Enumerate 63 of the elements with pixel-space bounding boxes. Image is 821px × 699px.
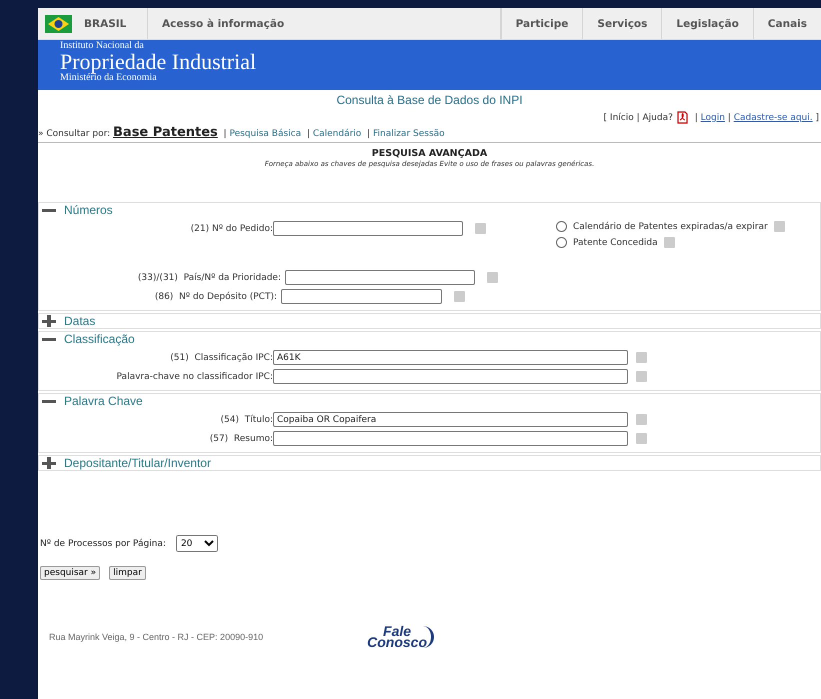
field-label: (54) Título: [220, 414, 273, 424]
section-title: Depositante/Titular/Inventor [64, 456, 211, 470]
field-label: (21) Nº do Pedido: [190, 224, 273, 234]
input-field[interactable] [273, 369, 628, 384]
field-label: (33)/(31) País/Nº da Prioridade: [136, 272, 281, 282]
nav-link[interactable]: Acesso à informação [162, 18, 284, 30]
option-label: Calendário de Patentes expiradas/a expirar [573, 222, 768, 232]
banner-subtitle: Ministério da Economia [60, 73, 157, 83]
nav-link[interactable]: Legislação [676, 18, 739, 30]
section-heading: PESQUISA AVANÇADA [370, 148, 488, 159]
separator: | [726, 112, 732, 122]
separator: [ [604, 112, 608, 122]
input-field[interactable] [273, 221, 463, 236]
input-field[interactable]: A61K [273, 350, 628, 365]
country-label[interactable]: BRASIL [84, 18, 126, 30]
field-label: Palavra-chave no classificador IPC: [116, 372, 273, 382]
section-title: Datas [64, 314, 96, 328]
flag-icon [45, 14, 72, 32]
separator: | [636, 112, 641, 122]
input-field[interactable] [285, 270, 475, 285]
field-label: (86) Nº do Depósito (PCT): [154, 292, 277, 302]
search-button[interactable]: pesquisar » [40, 566, 100, 580]
nav-link[interactable]: Pesquisa Básica [229, 129, 302, 139]
input-field[interactable]: Copaiba OR Copaifera [273, 412, 628, 427]
input-field[interactable] [273, 431, 628, 446]
banner-title: Propriedade Industrial [60, 51, 256, 73]
nav-link[interactable]: Participe [516, 18, 568, 30]
separator: ] [814, 112, 819, 122]
contact-logo[interactable]: Fale Conosco [367, 626, 434, 648]
separator: | [306, 129, 310, 139]
logo-text: Fale [383, 626, 412, 638]
page-title: Consulta à Base de Dados do INPI [335, 93, 524, 107]
banner-subtitle: Instituto Nacional da [60, 41, 144, 51]
nav-link[interactable]: Calendário [312, 129, 362, 139]
field-label: Nº de Processos por Página: [40, 538, 166, 548]
nav-link[interactable]: Serviços [597, 18, 648, 30]
footer-address: Rua Mayrink Veiga, 9 - Centro - RJ - CEP: 20090-910 [49, 632, 264, 642]
separator: | [367, 129, 370, 139]
clear-button[interactable]: limpar [109, 566, 146, 580]
nav-link[interactable]: Canais [768, 18, 807, 30]
separator: | [694, 112, 699, 122]
expand-icon[interactable] [42, 315, 56, 327]
expand-icon[interactable] [42, 457, 56, 469]
nav-label: » Consultar por: [38, 129, 112, 139]
section-title: Palavra Chave [64, 394, 143, 408]
header-link[interactable]: Ajuda? [642, 112, 673, 122]
header-link[interactable]: Cadastre-se aqui. [734, 112, 813, 122]
nav-link[interactable]: Base Patentes [113, 125, 218, 140]
pdf-icon[interactable] [676, 111, 688, 124]
section-title: Números [64, 203, 113, 217]
radio-button[interactable] [556, 221, 567, 232]
header-link[interactable]: Login [700, 112, 725, 122]
option-label: Patente Concedida [573, 238, 658, 248]
nav-link[interactable]: Finalizar Sessão [372, 129, 445, 139]
logo-text: Conosco [367, 637, 427, 648]
input-field[interactable] [281, 289, 442, 304]
header-link[interactable]: Início [610, 112, 634, 122]
field-label: (57) Resumo: [208, 434, 273, 444]
field-label: (51) Classificação IPC: [169, 352, 273, 362]
page-size-select[interactable]: 20 [176, 535, 218, 552]
radio-button[interactable] [556, 237, 567, 248]
separator: | [224, 129, 227, 139]
section-title: Classificação [64, 332, 135, 346]
